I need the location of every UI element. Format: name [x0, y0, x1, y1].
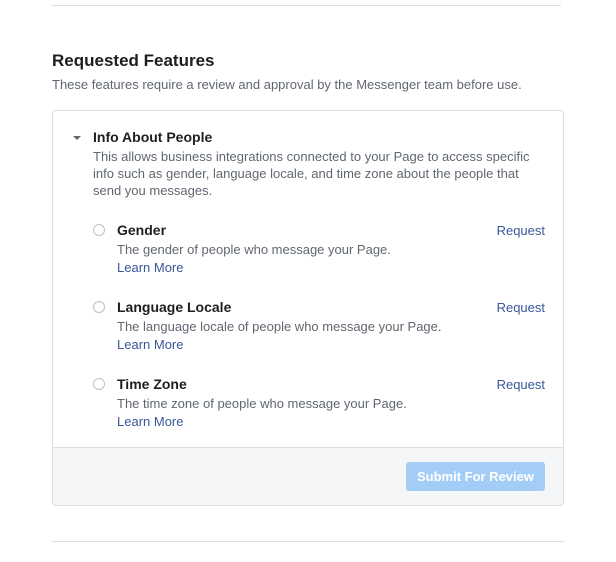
- section-title: Requested Features: [52, 51, 564, 71]
- chevron-down-icon[interactable]: [71, 132, 83, 144]
- card-footer: Submit For Review: [53, 447, 563, 505]
- feature-title: Language Locale: [117, 299, 497, 315]
- radio-icon[interactable]: [93, 224, 105, 236]
- feature-title: Gender: [117, 222, 497, 238]
- feature-item: Gender The gender of people who message …: [71, 214, 545, 291]
- feature-desc: The language locale of people who messag…: [117, 319, 497, 334]
- request-button[interactable]: Request: [497, 300, 545, 315]
- learn-more-link[interactable]: Learn More: [117, 414, 183, 429]
- request-button[interactable]: Request: [497, 223, 545, 238]
- features-card: Info About People This allows business i…: [52, 110, 564, 506]
- group-desc: This allows business integrations connec…: [93, 149, 545, 200]
- radio-icon[interactable]: [93, 301, 105, 313]
- group-title: Info About People: [93, 129, 545, 145]
- radio-icon[interactable]: [93, 378, 105, 390]
- section-subtitle: These features require a review and appr…: [52, 77, 564, 92]
- feature-desc: The time zone of people who message your…: [117, 396, 497, 411]
- feature-item: Time Zone The time zone of people who me…: [71, 368, 545, 445]
- feature-item: Language Locale The language locale of p…: [71, 291, 545, 368]
- submit-review-button[interactable]: Submit For Review: [406, 462, 545, 491]
- feature-desc: The gender of people who message your Pa…: [117, 242, 497, 257]
- learn-more-link[interactable]: Learn More: [117, 260, 183, 275]
- feature-title: Time Zone: [117, 376, 497, 392]
- learn-more-link[interactable]: Learn More: [117, 337, 183, 352]
- request-button[interactable]: Request: [497, 377, 545, 392]
